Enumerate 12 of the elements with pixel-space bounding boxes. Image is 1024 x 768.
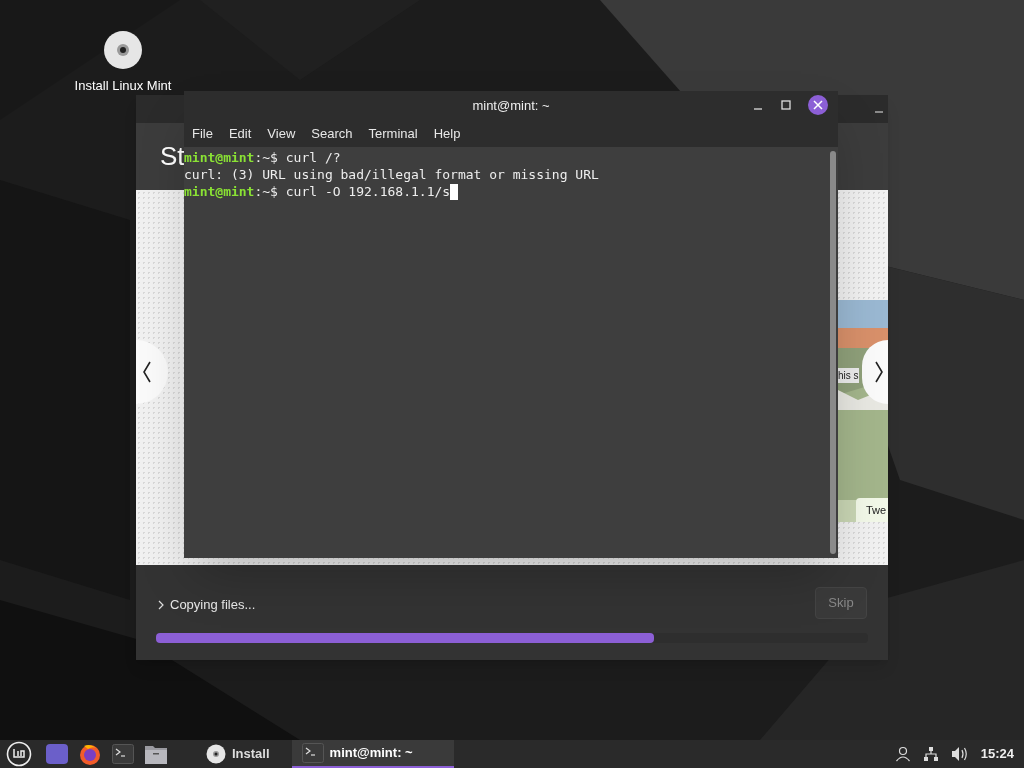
menu-icon[interactable] bbox=[6, 741, 32, 767]
terminal-icon bbox=[301, 743, 324, 763]
browser-icon[interactable] bbox=[78, 742, 102, 766]
disc-icon bbox=[206, 744, 226, 764]
taskbar-window-button[interactable]: mint@mint: ~ bbox=[291, 740, 454, 768]
taskbar-window-button[interactable]: Install bbox=[196, 740, 280, 768]
clock[interactable]: 15:24 bbox=[980, 744, 1014, 764]
terminal-icon[interactable] bbox=[112, 744, 134, 764]
network-icon[interactable] bbox=[922, 746, 939, 762]
folder-icon[interactable] bbox=[144, 743, 168, 765]
volume-icon[interactable] bbox=[950, 746, 969, 762]
user-icon[interactable] bbox=[894, 746, 911, 762]
